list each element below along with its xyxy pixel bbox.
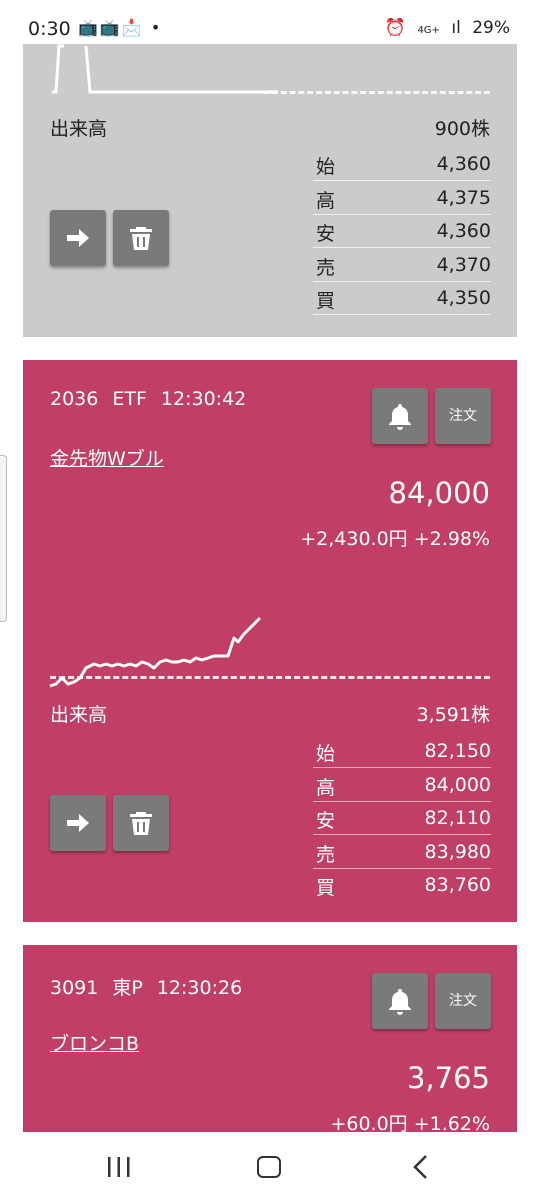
bell-icon <box>389 404 411 430</box>
ohlc-key: 買 <box>316 290 336 312</box>
ohlc-row-low: 安 4,360 <box>313 216 491 248</box>
ohlc-value: 4,370 <box>436 253 491 276</box>
battery-level: 29% <box>472 18 510 38</box>
stock-change: +2,430.0円 +2.98% <box>300 528 490 550</box>
ohlc-key: 安 <box>316 810 336 832</box>
ohlc-key: 売 <box>316 843 336 866</box>
ohlc-row-bid: 買 83,760 <box>313 870 491 901</box>
trash-icon <box>130 227 152 250</box>
stock-card: 2036 ETF 12:30:42 注文 金先物Wブル 84,000 +2,430.… <box>23 360 517 922</box>
ohlc-value: 4,360 <box>436 153 491 175</box>
stock-card: 出来高 900株 始 4,360 高 4,375 安 4,360 売 4,370 買 4,… <box>23 44 517 337</box>
stock-code: 2036 <box>50 388 99 410</box>
system-nav-bar <box>0 1132 540 1200</box>
recent-apps-icon[interactable] <box>106 1156 132 1178</box>
stock-time: 12:30:26 <box>156 977 243 999</box>
order-button[interactable]: 注文 <box>435 973 491 1029</box>
ohlc-row-open: 始 82,150 <box>313 736 491 768</box>
status-time: 0:30 <box>28 18 71 40</box>
ohlc-key: 始 <box>316 156 336 178</box>
stock-name-link[interactable]: ブロンコB <box>50 1029 139 1056</box>
stock-change: +60.0円 +1.62% <box>330 1113 490 1132</box>
alert-button[interactable] <box>372 973 428 1029</box>
ohlc-key: 買 <box>316 877 336 899</box>
arrow-right-icon <box>67 814 89 832</box>
arrow-right-icon <box>67 229 89 247</box>
go-detail-button[interactable] <box>50 795 106 851</box>
baseline-dashes <box>50 676 490 679</box>
go-detail-button[interactable] <box>50 210 106 266</box>
stock-header: 3091 東P 12:30:26 <box>50 973 256 1000</box>
ohlc-key: 始 <box>316 743 336 765</box>
stock-market: 東P <box>112 977 143 999</box>
ohlc-value: 84,000 <box>424 773 491 796</box>
ohlc-row-high: 高 84,000 <box>313 770 491 802</box>
baseline-dashes <box>263 91 490 94</box>
stock-code: 3091 <box>50 977 99 999</box>
watchlist-scroll[interactable]: 出来高 900株 始 4,360 高 4,375 安 4,360 売 4,370 買 4,… <box>0 44 540 1132</box>
ohlc-key: 高 <box>316 189 336 212</box>
network-type: 4G+ <box>417 25 440 36</box>
stock-card: 3091 東P 12:30:26 注文 ブロンコB 3,765 +60.0円 +1.… <box>23 945 517 1132</box>
ohlc-value: 4,350 <box>436 287 491 309</box>
volume-value: 900株 <box>434 118 490 140</box>
ohlc-value: 4,360 <box>436 220 491 242</box>
alarm-icon: ⏰ <box>384 18 407 38</box>
ohlc-key: 高 <box>316 776 336 799</box>
back-icon[interactable] <box>412 1154 430 1180</box>
delete-button[interactable] <box>113 795 169 851</box>
ohlc-key: 売 <box>316 256 336 279</box>
ohlc-row-low: 安 82,110 <box>313 803 491 835</box>
volume-label: 出来高 <box>50 118 108 140</box>
ohlc-row-high: 高 4,375 <box>313 183 491 215</box>
trash-icon <box>130 812 152 835</box>
stock-header: 2036 ETF 12:30:42 <box>50 388 260 410</box>
volume-value: 3,591株 <box>416 704 490 726</box>
ohlc-value: 4,375 <box>436 186 491 209</box>
ohlc-value: 83,760 <box>424 874 491 896</box>
ohlc-row-ask: 売 4,370 <box>313 250 491 282</box>
ohlc-value: 82,150 <box>424 740 491 762</box>
home-icon[interactable] <box>257 1156 281 1178</box>
stock-time: 12:30:42 <box>160 388 247 410</box>
ohlc-row-open: 始 4,360 <box>313 149 491 181</box>
order-button[interactable]: 注文 <box>435 388 491 444</box>
alert-button[interactable] <box>372 388 428 444</box>
edge-panel-handle[interactable] <box>0 455 7 622</box>
ohlc-row-bid: 買 4,350 <box>313 283 491 315</box>
ohlc-row-ask: 売 83,980 <box>313 837 491 869</box>
ohlc-table: 始 4,360 高 4,375 安 4,360 売 4,370 買 4,350 <box>313 149 491 317</box>
signal-icon: ıl <box>451 18 461 38</box>
status-right: ⏰ 4G+ ıl 29% <box>379 18 510 38</box>
ohlc-value: 82,110 <box>424 807 491 829</box>
delete-button[interactable] <box>113 210 169 266</box>
stock-market: ETF <box>112 388 147 410</box>
stock-price: 84,000 <box>388 476 490 510</box>
sparkline <box>49 616 262 688</box>
ohlc-table: 始 82,150 高 84,000 安 82,110 売 83,980 買 83,760 <box>313 736 491 903</box>
ohlc-key: 安 <box>316 223 336 245</box>
ohlc-value: 83,980 <box>424 840 491 863</box>
stock-name-link[interactable]: 金先物Wブル <box>50 444 164 471</box>
volume-label: 出来高 <box>50 704 108 726</box>
stock-price: 3,765 <box>406 1061 490 1095</box>
notification-icons: 📺📺📩 • <box>78 18 163 37</box>
bell-icon <box>389 989 411 1015</box>
